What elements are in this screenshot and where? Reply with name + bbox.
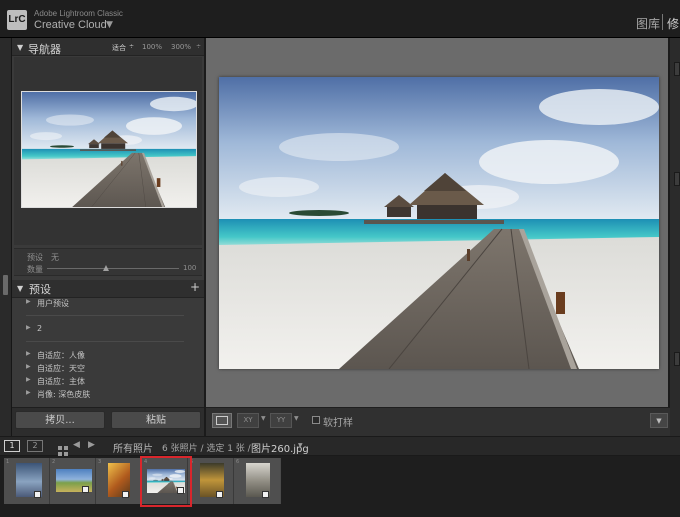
edited-badge-icon [122,491,129,498]
expand-arrow-icon[interactable]: ▶ [26,376,31,383]
zoom-fit-option[interactable]: 适合 [112,43,126,53]
preset-group-item[interactable]: ▶ 自适应：主体 [14,376,202,388]
module-library-tab[interactable]: 图库 [636,15,660,32]
loupe-view-icon [216,416,228,425]
edited-badge-icon [82,486,89,493]
preset-group-item[interactable]: ▶ 2 [14,324,202,336]
swap-dropdown-icon[interactable]: ▼ [294,415,299,422]
preset-group-item[interactable]: ▶ 用户预设 [14,298,202,310]
amount-value: 100 [183,264,197,272]
grid-view-icon[interactable] [58,441,68,456]
zoom-fit-dropdown-icon[interactable]: ÷ [129,43,134,50]
right-panel-control[interactable] [674,352,680,366]
copy-settings-button[interactable]: 拷贝... [15,411,105,429]
expand-arrow-icon[interactable]: ▶ [26,324,31,331]
primary-window-button[interactable]: 1 [4,440,20,452]
navigator-collapse-icon[interactable]: ▼ [17,43,23,52]
filmstrip-thumbnail[interactable]: 1 [4,458,50,504]
navigator-thumbnail[interactable] [21,91,197,208]
amount-label: 数量 [27,265,43,274]
amount-slider-track[interactable] [47,268,179,269]
expand-arrow-icon[interactable]: ▶ [26,350,31,357]
filmstrip-header [0,436,680,456]
selected-thumbnail-highlight [140,456,192,507]
brand-product-name: Adobe Lightroom Classic [34,9,123,18]
forward-arrow-icon[interactable]: ▶ [88,440,95,450]
before-after-button[interactable]: XY [237,413,259,428]
preset-group-item[interactable]: ▶ 自适应：人像 [14,350,202,362]
amount-slider-handle[interactable] [103,265,110,271]
filmstrip-thumbnail[interactable]: 3 [96,458,142,504]
module-develop-tab[interactable]: 修 [667,15,679,32]
cell-number: 6 [236,459,240,465]
brand-creative-cloud[interactable]: Creative Cloud [34,19,107,31]
filmstrip-thumbnail[interactable]: 6 [234,458,280,504]
secondary-window-button[interactable]: 2 [27,440,43,452]
expand-arrow-icon[interactable]: ▶ [26,389,31,396]
preset-label: 预设 [27,253,43,262]
lightroom-logo: LrC [7,10,27,30]
preset-divider [26,341,184,342]
back-arrow-icon[interactable]: ◀ [73,440,80,450]
cell-number: 2 [52,459,56,465]
navigator-image [22,92,196,207]
expand-arrow-icon[interactable]: ▶ [26,298,31,305]
soft-proof-checkbox[interactable] [312,416,320,424]
navigator-title: 导航器 [28,43,61,56]
main-photo[interactable] [219,77,659,369]
main-photo-image [219,77,659,369]
left-panel-edge [0,38,12,436]
cell-number: 3 [98,459,102,465]
module-separator [662,14,663,30]
left-panel-collapse-handle[interactable] [3,275,8,295]
presets-collapse-icon[interactable]: ▼ [17,284,23,293]
right-panel-edge [670,38,680,436]
cell-number: 1 [6,459,10,465]
toolbar-menu-button[interactable]: ▼ [650,413,668,428]
source-label[interactable]: 所有照片 [113,440,153,455]
soft-proof-label: 软打样 [323,418,353,429]
filmstrip-thumbnail[interactable]: 2 [50,458,96,504]
zoom-300-option[interactable]: 300% [171,43,191,51]
filmstrip-thumbnail[interactable]: 5 [188,458,234,504]
preset-group-item[interactable]: ▶ 肖像: 深色皮肤 [14,389,202,401]
edited-badge-icon [262,491,269,498]
add-preset-icon[interactable]: + [190,280,200,294]
paste-settings-button[interactable]: 粘贴 [111,411,201,429]
right-panel-control[interactable] [674,172,680,186]
zoom-100-option[interactable]: 100% [142,43,162,51]
edited-badge-icon [216,491,223,498]
edited-badge-icon [34,491,41,498]
preset-divider [26,315,184,316]
filename-dropdown-icon[interactable]: ▼ [298,442,303,449]
presets-title: 预设 [29,283,51,296]
zoom-dropdown-icon[interactable]: ÷ [196,43,201,50]
brand-dropdown-icon[interactable]: ▼ [106,20,113,30]
before-after-swap-button[interactable]: YY [270,413,292,428]
before-after-dropdown-icon[interactable]: ▼ [261,415,266,422]
photo-count: 6 张照片 / 选定 1 张 / [162,444,251,454]
preset-group-item[interactable]: ▶ 自适应：天空 [14,363,202,375]
right-panel-control[interactable] [674,62,680,76]
preset-value: 无 [51,253,59,262]
expand-arrow-icon[interactable]: ▶ [26,363,31,370]
